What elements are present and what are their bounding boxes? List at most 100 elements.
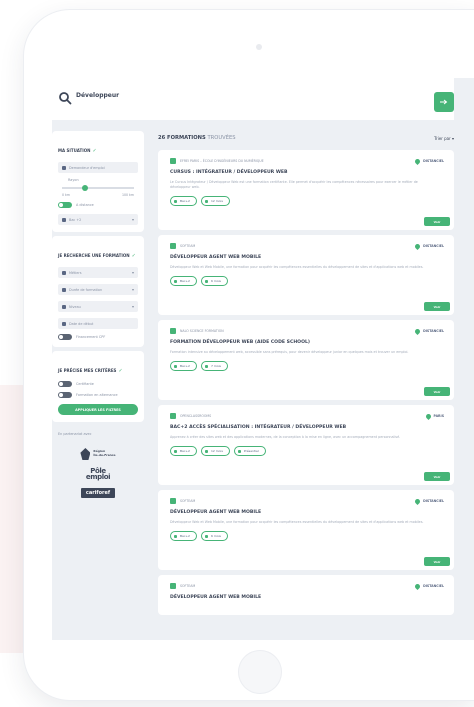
card-title[interactable]: Bac+2 Accès Spécialisation : Intégrateur…: [170, 425, 444, 430]
location-pin-icon: [414, 157, 422, 165]
card-tag: Bac+2: [170, 276, 197, 287]
card-action-button[interactable]: Voir: [424, 217, 450, 226]
location-pin-icon: [414, 497, 422, 505]
criteria-title: Je précise mes critères: [58, 368, 117, 373]
card-description: Apprenez à créer des sites web et des ap…: [170, 435, 401, 439]
card-tag-text: Bac+2: [180, 364, 190, 369]
level-icon: [62, 217, 66, 222]
training-field-2[interactable]: Durée de formation ▾: [58, 284, 138, 295]
card-tag: 7 mois: [200, 361, 228, 372]
apply-filters-button[interactable]: Appliquer les filtres: [58, 404, 138, 415]
card-action-button[interactable]: Voir: [424, 387, 450, 396]
chevron-down-icon: ▾: [131, 270, 134, 275]
slider-max: 100 km: [121, 193, 134, 197]
slider-handle[interactable]: [82, 185, 89, 191]
card-tag-text: Bac+2: [180, 199, 190, 204]
profile-select[interactable]: Demandeur d'emploi: [58, 162, 138, 173]
card-company: Softeam: [180, 584, 196, 588]
partner-logo-carif: cariforef: [52, 488, 144, 498]
card-tag-text: Présentiel: [243, 449, 259, 454]
training-field-1[interactable]: Métiers ▾: [58, 267, 138, 278]
card-action-button[interactable]: Voir: [424, 557, 450, 566]
card-location: Paris: [424, 412, 444, 420]
search-button[interactable]: [434, 92, 454, 112]
alternance-toggle[interactable]: [58, 392, 72, 398]
card-title[interactable]: Cursus : Intégrateur / Développeur Web: [170, 170, 444, 175]
results-count-number: 26 FORMATIONS: [158, 135, 206, 141]
card-company: Efrei Paris – école d'ingénieurs du numé…: [180, 159, 264, 163]
training-field-3[interactable]: Niveau ▾: [58, 301, 138, 312]
sort-dropdown[interactable]: Trier par ▾: [434, 136, 454, 141]
card-tag-text: Bac+2: [180, 449, 190, 454]
card-title[interactable]: Développeur Agent Web Mobile: [170, 595, 444, 600]
tablet-frame: Développeur Ma situation ✓ Demandeur d'em…: [24, 10, 474, 700]
tag-icon: [204, 364, 208, 368]
card-description: Développeur Web et Web Mobile, une forma…: [170, 265, 424, 269]
region-logo-icon: [80, 448, 91, 460]
result-card[interactable]: Softeam Distanciel Développeur Agent Web…: [158, 235, 454, 315]
card-location-text: Distanciel: [423, 244, 444, 248]
result-card[interactable]: Efrei Paris – école d'ingénieurs du numé…: [158, 150, 454, 230]
location-pin-icon: [424, 412, 432, 420]
search-icon: [59, 92, 72, 105]
search-input[interactable]: Développeur: [76, 92, 119, 99]
card-action-button[interactable]: Voir: [424, 472, 450, 481]
card-tag-text: 7 mois: [210, 364, 221, 369]
tag-icon: [204, 279, 208, 283]
results-count: 26 FORMATIONS TROUVÉES: [158, 135, 236, 141]
card-company: Softeam: [180, 244, 196, 248]
result-card[interactable]: Softeam Distanciel Développeur Agent Web…: [158, 575, 454, 615]
home-button: [238, 650, 282, 694]
card-title[interactable]: Développeur Agent Web Mobile: [170, 255, 444, 260]
training-title: Je recherche une formation: [58, 253, 130, 258]
training-panel: Je recherche une formation ✓ Métiers ▾ Du…: [52, 236, 144, 347]
training-field-label: Durée de formation: [69, 287, 103, 292]
company-logo-icon: [170, 243, 176, 249]
tag-icon: [174, 449, 177, 453]
result-card[interactable]: Nalo Science Formation Distanciel Format…: [158, 320, 454, 400]
chevron-down-icon: ▾: [131, 217, 134, 222]
remote-toggle-label: A distance: [76, 203, 94, 207]
card-tag-text: 6 mois: [210, 279, 221, 284]
level-select[interactable]: Bac +2 ▾: [58, 214, 138, 225]
card-company: OpenClassrooms: [180, 414, 212, 418]
card-company: Softeam: [180, 499, 196, 503]
situation-panel: Ma situation ✓ Demandeur d'emploi Rayon 0…: [52, 131, 144, 232]
tag-icon: [174, 279, 177, 283]
cpf-toggle-label: Financement CPF: [76, 335, 106, 339]
card-tag: 6 mois: [200, 276, 228, 287]
cpf-toggle[interactable]: [58, 334, 72, 340]
card-location: Distanciel: [414, 157, 444, 165]
company-logo-icon: [170, 158, 176, 164]
distance-slider[interactable]: [62, 185, 134, 191]
remote-toggle[interactable]: [58, 202, 72, 208]
location-pin-icon: [414, 582, 422, 590]
certif-toggle[interactable]: [58, 381, 72, 387]
card-tag-text: 6 mois: [210, 534, 221, 539]
card-tag-text: Bac+2: [180, 534, 190, 539]
result-card[interactable]: OpenClassrooms Paris Bac+2 Accès Spécial…: [158, 405, 454, 485]
region-logo-line2: Île-de-France: [93, 453, 116, 457]
sort-label: Trier par: [434, 135, 451, 141]
card-tag-text: Bac+2: [180, 279, 190, 284]
result-card[interactable]: Softeam Distanciel Développeur Agent Web…: [158, 490, 454, 570]
tablet-camera: [256, 44, 262, 50]
card-action-button[interactable]: Voir: [424, 302, 450, 311]
alternance-toggle-label: Formation en alternance: [76, 393, 118, 397]
training-field-4[interactable]: Date de début: [58, 318, 138, 329]
training-field-label: Date de début: [69, 321, 94, 326]
calendar-icon: [62, 321, 66, 326]
card-title[interactable]: Formation Développeur Web (Aide code sch…: [170, 340, 444, 345]
card-location: Distanciel: [414, 582, 444, 590]
card-title[interactable]: Développeur Agent Web Mobile: [170, 510, 444, 515]
card-location: Distanciel: [414, 327, 444, 335]
training-field-label: Niveau: [69, 304, 81, 309]
partner-logo-region: Région Île-de-France: [52, 448, 144, 460]
certif-toggle-label: Certifiante: [76, 382, 94, 386]
card-tag: Bac+2: [170, 531, 197, 542]
level-value: Bac +2: [69, 217, 82, 222]
tag-icon: [174, 364, 177, 368]
chevron-down-icon: ▾: [451, 135, 454, 141]
level-icon: [62, 304, 66, 309]
card-location-text: Paris: [433, 414, 444, 418]
